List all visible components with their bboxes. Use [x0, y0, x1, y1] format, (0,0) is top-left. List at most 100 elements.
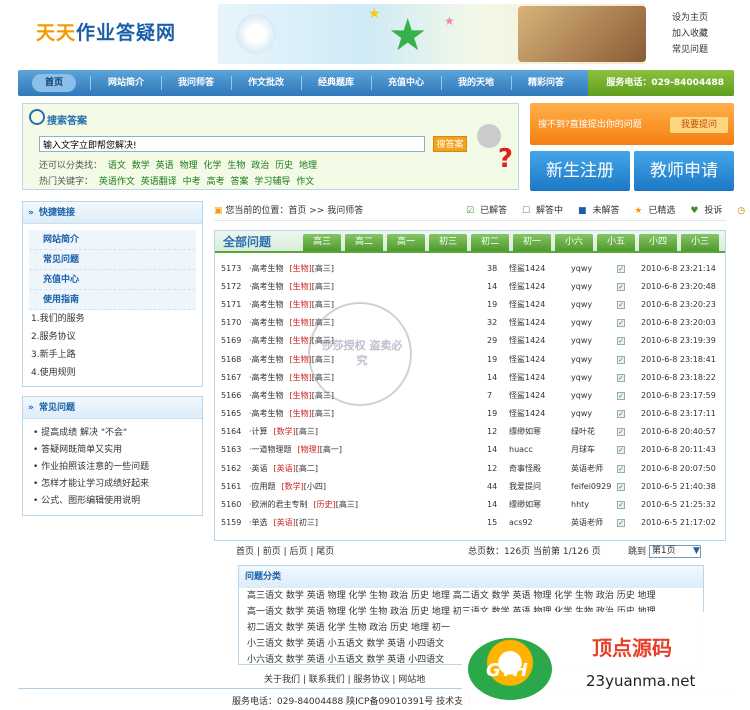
table-row[interactable]: 5167 ·高考生物 [生物][高三] 14 怪鲨1424 yqwy ✓ 2010-6-8 2…: [221, 368, 721, 386]
table-row[interactable]: 5163 ·一道物理题 [物理][高一] 14 huacc 月球车 ✓ 2010-6-8 20…: [221, 441, 721, 459]
subject-tag[interactable]: [生物]: [290, 318, 312, 327]
grade-tag[interactable]: [高三]: [312, 264, 334, 273]
keyword-link[interactable]: 中考: [183, 177, 201, 187]
subject-tag[interactable]: [生物]: [290, 391, 312, 400]
table-row[interactable]: 5173 ·高考生物 [生物][高三] 38 怪鲨1424 yqwy ✓ 2010-6-8 2…: [221, 259, 721, 277]
subject-link[interactable]: 数学: [132, 161, 150, 171]
subject-tag[interactable]: [数学]: [282, 482, 304, 491]
tab-grade[interactable]: 高一: [387, 234, 425, 251]
subject-link[interactable]: 地理: [299, 161, 317, 171]
grade-tag[interactable]: [小四]: [304, 482, 326, 491]
grade-tag[interactable]: [高三]: [312, 282, 334, 291]
grade-tag[interactable]: [高三]: [312, 300, 334, 309]
table-row[interactable]: 5166 ·高考生物 [生物][高三] 7 怪鲨1424 yqwy ✓ 2010-6-8 23…: [221, 386, 721, 404]
ask-question-button[interactable]: 我要提问: [670, 117, 728, 133]
sidebar-item-guide[interactable]: 使用指南: [29, 290, 196, 310]
subject-tag[interactable]: [物理]: [298, 445, 320, 454]
subject-link[interactable]: 英语: [156, 161, 174, 171]
nav-essay[interactable]: 作文批改: [236, 74, 296, 92]
subject-link[interactable]: 语文: [108, 161, 126, 171]
subject-tag[interactable]: [生物]: [290, 409, 312, 418]
table-row[interactable]: 5172 ·高考生物 [生物][高三] 14 怪鲨1424 yqwy ✓ 2010-6-8 2…: [221, 277, 721, 295]
search-input[interactable]: [39, 136, 425, 152]
subject-tag[interactable]: [历史]: [314, 500, 336, 509]
question-title[interactable]: ·高考生物: [249, 318, 284, 327]
subject-tag[interactable]: [英语]: [274, 464, 296, 473]
guide-item[interactable]: 3.新手上路: [23, 346, 202, 364]
table-row[interactable]: 5169 ·高考生物 [生物][高三] 29 怪鲨1424 yqwy ✓ 2010-6-8 2…: [221, 332, 721, 350]
pager-links[interactable]: 首页 | 前页 | 后页 | 尾页: [236, 544, 334, 557]
tab-grade[interactable]: 小六: [555, 234, 593, 251]
nav-recharge[interactable]: 充值中心: [376, 74, 436, 92]
question-title[interactable]: ·欧洲的君主专制: [249, 500, 308, 509]
sidebar-item-about[interactable]: 网站简介: [29, 230, 196, 250]
keyword-link[interactable]: 学习辅导: [254, 177, 290, 187]
table-row[interactable]: 5161 ·应用题 [数学][小四] 44 我爱提问 feifei0929 ✓ 2010-6-…: [221, 477, 721, 495]
grade-tag[interactable]: [高三]: [296, 427, 318, 436]
table-row[interactable]: 5162 ·英语 [英语][高二] 12 奇事怪殿 英语老师 ✓ 2010-6-8 20:07…: [221, 459, 721, 477]
tab-grade[interactable]: 高三: [303, 234, 341, 251]
question-title[interactable]: ·一道物理题: [249, 445, 292, 454]
faq-item[interactable]: • 提高成绩 解决 "不会": [23, 425, 202, 442]
subject-tag[interactable]: [英语]: [274, 518, 296, 527]
subject-link[interactable]: 政治: [251, 161, 269, 171]
question-title[interactable]: ·高考生物: [249, 282, 284, 291]
subject-tag[interactable]: [数学]: [274, 427, 296, 436]
question-title[interactable]: ·高考生物: [249, 264, 284, 273]
site-logo[interactable]: 天天作业答疑网: [36, 18, 176, 45]
subject-tag[interactable]: [生物]: [290, 264, 312, 273]
teacher-apply-button[interactable]: 教师申请: [634, 151, 734, 191]
subject-link[interactable]: 物理: [180, 161, 198, 171]
keyword-link[interactable]: 英语翻译: [141, 177, 177, 187]
nav-my-space[interactable]: 我的天地: [446, 74, 506, 92]
nav-home[interactable]: 首页: [32, 74, 76, 92]
subject-link[interactable]: 生物: [227, 161, 245, 171]
grade-tag[interactable]: [高三]: [312, 409, 334, 418]
nav-ask-teacher[interactable]: 我问师答: [166, 74, 226, 92]
faq-item[interactable]: • 答疑网既简单又实用: [23, 442, 202, 459]
question-title[interactable]: ·计算: [249, 427, 268, 436]
faq-item[interactable]: • 作业拍照该注意的一些问题: [23, 459, 202, 476]
nav-about[interactable]: 网站简介: [96, 74, 156, 92]
nav-question-bank[interactable]: 经典题库: [306, 74, 366, 92]
question-title[interactable]: ·应用题: [249, 482, 276, 491]
guide-item[interactable]: 4.使用规则: [23, 364, 202, 382]
table-row[interactable]: 5159 ·单选 [英语][初三] 15 acs92 英语老师 ✓ 2010-6-5 21:1…: [221, 514, 721, 532]
nav-featured[interactable]: 精彩问答: [516, 74, 576, 92]
question-title[interactable]: ·高考生物: [249, 336, 284, 345]
page-select[interactable]: 第1页 ▼: [648, 545, 701, 558]
keyword-link[interactable]: 作文: [296, 177, 314, 187]
keyword-link[interactable]: 答案: [230, 177, 248, 187]
question-title[interactable]: ·单选: [249, 518, 268, 527]
subject-link[interactable]: 化学: [203, 161, 221, 171]
subject-tag[interactable]: [生物]: [290, 373, 312, 382]
student-register-button[interactable]: 新生注册: [530, 151, 630, 191]
table-row[interactable]: 5171 ·高考生物 [生物][高三] 19 怪鲨1424 yqwy ✓ 2010-6-8 2…: [221, 295, 721, 313]
grade-tag[interactable]: [初三]: [296, 518, 318, 527]
sidebar-item-recharge[interactable]: 充值中心: [29, 270, 196, 290]
category-row[interactable]: 高三语文 数学 英语 物理 化学 生物 政治 历史 地理 高二语文 数学 英语 …: [239, 588, 703, 604]
add-favorite-link[interactable]: 加入收藏: [672, 26, 708, 42]
grade-tag[interactable]: [高二]: [296, 464, 318, 473]
table-row[interactable]: 5164 ·计算 [数学][高三] 12 缥缈如寒 绿叶花 ✓ 2010-6-8 20:40:…: [221, 423, 721, 441]
tab-grade[interactable]: 初一: [513, 234, 551, 251]
table-row[interactable]: 5165 ·高考生物 [生物][高三] 19 怪鲨1424 yqwy ✓ 2010-6-8 2…: [221, 405, 721, 423]
guide-item[interactable]: 1.我们的服务: [23, 310, 202, 328]
subject-link[interactable]: 历史: [275, 161, 293, 171]
table-row[interactable]: 5168 ·高考生物 [生物][高三] 19 怪鲨1424 yqwy ✓ 2010-6-8 2…: [221, 350, 721, 368]
question-title[interactable]: ·高考生物: [249, 409, 284, 418]
faq-item[interactable]: • 公式、图形编辑使用说明: [23, 493, 202, 510]
tab-grade[interactable]: 小五: [597, 234, 635, 251]
table-row[interactable]: 5170 ·高考生物 [生物][高三] 32 怪鲨1424 yqwy ✓ 2010-6-8 2…: [221, 314, 721, 332]
tab-grade[interactable]: 小四: [639, 234, 677, 251]
keyword-link[interactable]: 英语作文: [99, 177, 135, 187]
question-title[interactable]: ·高考生物: [249, 300, 284, 309]
tab-grade[interactable]: 高二: [345, 234, 383, 251]
guide-item[interactable]: 2.服务协议: [23, 328, 202, 346]
question-title[interactable]: ·英语: [249, 464, 268, 473]
subject-tag[interactable]: [生物]: [290, 300, 312, 309]
question-title[interactable]: ·高考生物: [249, 391, 284, 400]
tab-grade[interactable]: 初三: [429, 234, 467, 251]
tab-grade[interactable]: 小三: [681, 234, 719, 251]
question-title[interactable]: ·高考生物: [249, 373, 284, 382]
